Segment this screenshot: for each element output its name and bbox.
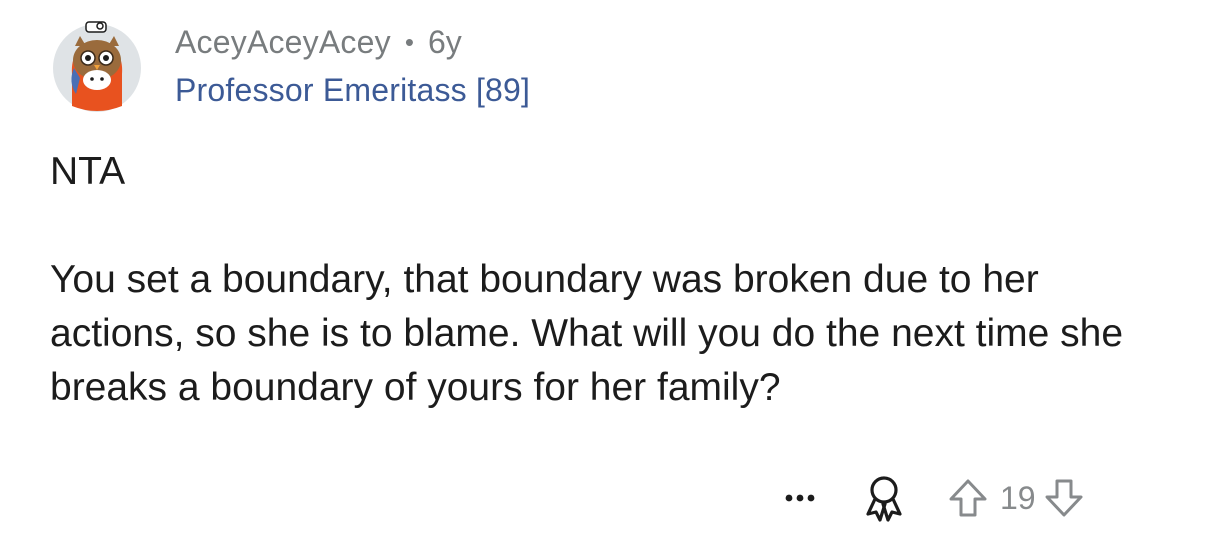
vote-score: 19 (1000, 479, 1036, 516)
downvote-button[interactable] (1042, 476, 1086, 520)
award-button[interactable] (860, 472, 908, 524)
ellipsis-icon (785, 494, 815, 502)
arrow-down-icon (1045, 479, 1083, 517)
upvote-button[interactable] (946, 476, 990, 520)
user-flair: Professor Emeritass [89] (175, 72, 531, 108)
comment-paragraph: You set a boundary, that boundary was br… (50, 258, 1124, 409)
separator-dot: • (404, 26, 414, 57)
award-icon (866, 476, 902, 522)
arrow-up-icon (949, 479, 987, 517)
comment-actions: 19 (780, 470, 1086, 526)
comment-meta: AceyAceyAcey • 6y Professor Emeritass [8… (175, 22, 530, 109)
comment-paragraph: NTA (50, 150, 126, 193)
comment-body: NTA You set a boundary, that boundary wa… (50, 145, 1170, 415)
owl-avatar-icon (53, 21, 141, 112)
comment-age: 6y (427, 23, 462, 60)
avatar[interactable] (48, 16, 146, 114)
more-options-button[interactable] (780, 478, 820, 518)
username[interactable]: AceyAceyAcey (175, 24, 391, 61)
